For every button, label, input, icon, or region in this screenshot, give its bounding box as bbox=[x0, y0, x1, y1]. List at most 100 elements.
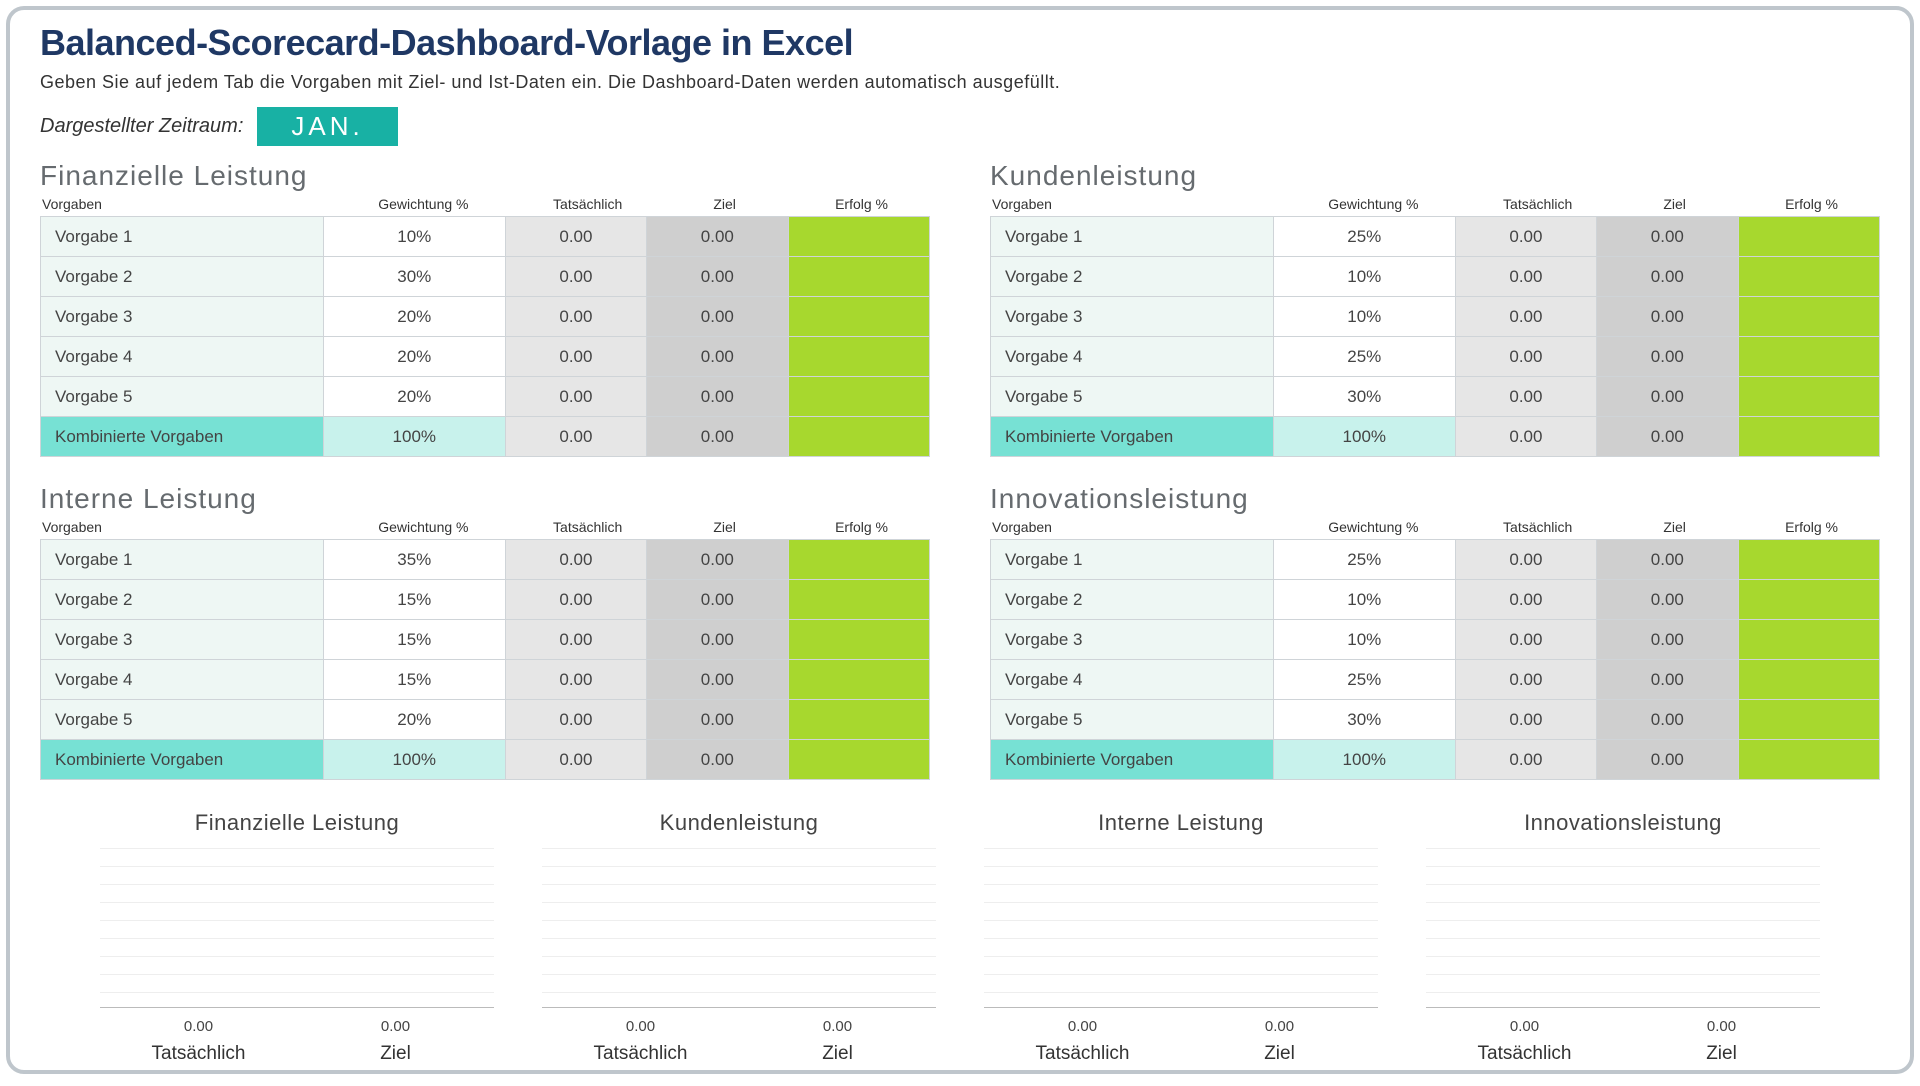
table-row-total: Kombinierte Vorgaben100%0.000.00 bbox=[991, 740, 1880, 780]
scorecard-panel: KundenleistungVorgabenGewichtung %Tatsäc… bbox=[990, 160, 1880, 457]
gridline bbox=[100, 920, 494, 921]
table-row: Vorgabe 135%0.000.00 bbox=[41, 540, 930, 580]
row-name[interactable]: Vorgabe 3 bbox=[991, 297, 1274, 337]
row-target[interactable]: 0.00 bbox=[1597, 377, 1738, 417]
row-name[interactable]: Vorgabe 5 bbox=[41, 377, 324, 417]
row-actual[interactable]: 0.00 bbox=[505, 540, 646, 580]
col-header: Gewichtung % bbox=[1278, 196, 1470, 212]
row-actual[interactable]: 0.00 bbox=[505, 217, 646, 257]
row-weight[interactable]: 25% bbox=[1273, 540, 1455, 580]
row-actual[interactable]: 0.00 bbox=[505, 580, 646, 620]
row-target[interactable]: 0.00 bbox=[647, 620, 788, 660]
row-actual[interactable]: 0.00 bbox=[505, 700, 646, 740]
row-name[interactable]: Vorgabe 4 bbox=[41, 337, 324, 377]
row-actual[interactable]: 0.00 bbox=[1455, 540, 1596, 580]
row-target[interactable]: 0.00 bbox=[1597, 217, 1738, 257]
row-target[interactable]: 0.00 bbox=[1597, 700, 1738, 740]
row-name[interactable]: Vorgabe 4 bbox=[991, 337, 1274, 377]
row-name[interactable]: Vorgabe 3 bbox=[41, 620, 324, 660]
row-actual[interactable]: 0.00 bbox=[1455, 257, 1596, 297]
row-actual[interactable]: 0.00 bbox=[1455, 580, 1596, 620]
row-actual[interactable]: 0.00 bbox=[505, 660, 646, 700]
row-weight[interactable]: 25% bbox=[1273, 217, 1455, 257]
row-name[interactable]: Vorgabe 1 bbox=[991, 217, 1274, 257]
row-target[interactable]: 0.00 bbox=[1597, 580, 1738, 620]
row-weight[interactable]: 25% bbox=[1273, 337, 1455, 377]
row-name[interactable]: Vorgabe 5 bbox=[991, 377, 1274, 417]
total-actual: 0.00 bbox=[505, 417, 646, 457]
row-name[interactable]: Vorgabe 5 bbox=[991, 700, 1274, 740]
row-actual[interactable]: 0.00 bbox=[505, 337, 646, 377]
row-target[interactable]: 0.00 bbox=[1597, 297, 1738, 337]
row-weight[interactable]: 10% bbox=[323, 217, 505, 257]
row-weight[interactable]: 15% bbox=[323, 660, 505, 700]
period-select[interactable]: JAN. bbox=[257, 107, 397, 146]
table-row: Vorgabe 230%0.000.00 bbox=[41, 257, 930, 297]
gridline bbox=[542, 848, 936, 849]
panel-headers: VorgabenGewichtung %TatsächlichZielErfol… bbox=[40, 517, 930, 539]
row-name[interactable]: Vorgabe 2 bbox=[991, 580, 1274, 620]
row-actual[interactable]: 0.00 bbox=[505, 377, 646, 417]
x-actual-val: 0.00 bbox=[100, 1018, 297, 1035]
panel-title: Kundenleistung bbox=[990, 160, 1880, 192]
row-name[interactable]: Vorgabe 4 bbox=[991, 660, 1274, 700]
row-target[interactable]: 0.00 bbox=[1597, 660, 1738, 700]
row-name[interactable]: Vorgabe 4 bbox=[41, 660, 324, 700]
row-weight[interactable]: 20% bbox=[323, 700, 505, 740]
row-actual[interactable]: 0.00 bbox=[1455, 377, 1596, 417]
row-target[interactable]: 0.00 bbox=[1597, 337, 1738, 377]
row-target[interactable]: 0.00 bbox=[647, 257, 788, 297]
x-target-label: Ziel bbox=[1181, 1043, 1378, 1065]
row-name[interactable]: Vorgabe 2 bbox=[41, 580, 324, 620]
row-weight[interactable]: 15% bbox=[323, 620, 505, 660]
row-weight[interactable]: 15% bbox=[323, 580, 505, 620]
row-name[interactable]: Vorgabe 2 bbox=[41, 257, 324, 297]
row-actual[interactable]: 0.00 bbox=[1455, 217, 1596, 257]
row-name[interactable]: Vorgabe 1 bbox=[41, 540, 324, 580]
row-actual[interactable]: 0.00 bbox=[505, 620, 646, 660]
row-weight[interactable]: 25% bbox=[1273, 660, 1455, 700]
row-weight[interactable]: 10% bbox=[1273, 257, 1455, 297]
page-subtitle: Geben Sie auf jedem Tab die Vorgaben mit… bbox=[40, 72, 1880, 93]
row-target[interactable]: 0.00 bbox=[1597, 620, 1738, 660]
row-target[interactable]: 0.00 bbox=[1597, 540, 1738, 580]
row-name[interactable]: Vorgabe 1 bbox=[991, 540, 1274, 580]
row-actual[interactable]: 0.00 bbox=[1455, 337, 1596, 377]
gridline bbox=[542, 992, 936, 993]
row-target[interactable]: 0.00 bbox=[647, 540, 788, 580]
row-target[interactable]: 0.00 bbox=[647, 337, 788, 377]
scorecard-table: Vorgabe 125%0.000.00Vorgabe 210%0.000.00… bbox=[990, 539, 1880, 780]
row-target[interactable]: 0.00 bbox=[647, 700, 788, 740]
row-target[interactable]: 0.00 bbox=[1597, 257, 1738, 297]
row-success bbox=[1738, 620, 1879, 660]
row-actual[interactable]: 0.00 bbox=[1455, 297, 1596, 337]
row-weight[interactable]: 10% bbox=[1273, 620, 1455, 660]
panel-headers: VorgabenGewichtung %TatsächlichZielErfol… bbox=[990, 517, 1880, 539]
row-name[interactable]: Vorgabe 2 bbox=[991, 257, 1274, 297]
row-weight[interactable]: 30% bbox=[323, 257, 505, 297]
row-target[interactable]: 0.00 bbox=[647, 297, 788, 337]
row-actual[interactable]: 0.00 bbox=[1455, 660, 1596, 700]
row-name[interactable]: Vorgabe 5 bbox=[41, 700, 324, 740]
row-weight[interactable]: 30% bbox=[1273, 377, 1455, 417]
row-actual[interactable]: 0.00 bbox=[505, 297, 646, 337]
row-target[interactable]: 0.00 bbox=[647, 660, 788, 700]
row-name[interactable]: Vorgabe 3 bbox=[41, 297, 324, 337]
row-actual[interactable]: 0.00 bbox=[1455, 620, 1596, 660]
chart-plot-area bbox=[1426, 848, 1820, 1008]
row-weight[interactable]: 35% bbox=[323, 540, 505, 580]
row-weight[interactable]: 20% bbox=[323, 297, 505, 337]
row-name[interactable]: Vorgabe 1 bbox=[41, 217, 324, 257]
row-weight[interactable]: 30% bbox=[1273, 700, 1455, 740]
row-actual[interactable]: 0.00 bbox=[1455, 700, 1596, 740]
row-actual[interactable]: 0.00 bbox=[505, 257, 646, 297]
col-header: Tatsächlich bbox=[1469, 519, 1606, 535]
row-weight[interactable]: 20% bbox=[323, 377, 505, 417]
row-name[interactable]: Vorgabe 3 bbox=[991, 620, 1274, 660]
row-target[interactable]: 0.00 bbox=[647, 580, 788, 620]
row-target[interactable]: 0.00 bbox=[647, 377, 788, 417]
row-target[interactable]: 0.00 bbox=[647, 217, 788, 257]
row-weight[interactable]: 10% bbox=[1273, 297, 1455, 337]
row-weight[interactable]: 10% bbox=[1273, 580, 1455, 620]
row-weight[interactable]: 20% bbox=[323, 337, 505, 377]
